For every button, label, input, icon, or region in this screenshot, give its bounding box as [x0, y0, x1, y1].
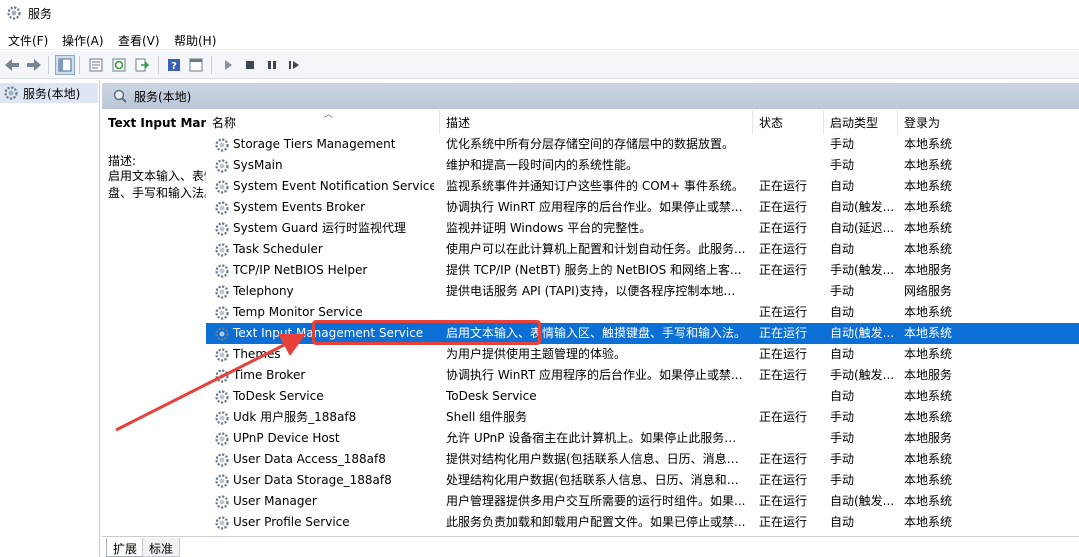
view-tabs: 扩展 标准 [102, 536, 1079, 557]
annotation-arrow [115, 334, 306, 432]
tab-standard[interactable]: 标准 [142, 538, 181, 557]
tab-extended[interactable]: 扩展 [106, 538, 145, 557]
